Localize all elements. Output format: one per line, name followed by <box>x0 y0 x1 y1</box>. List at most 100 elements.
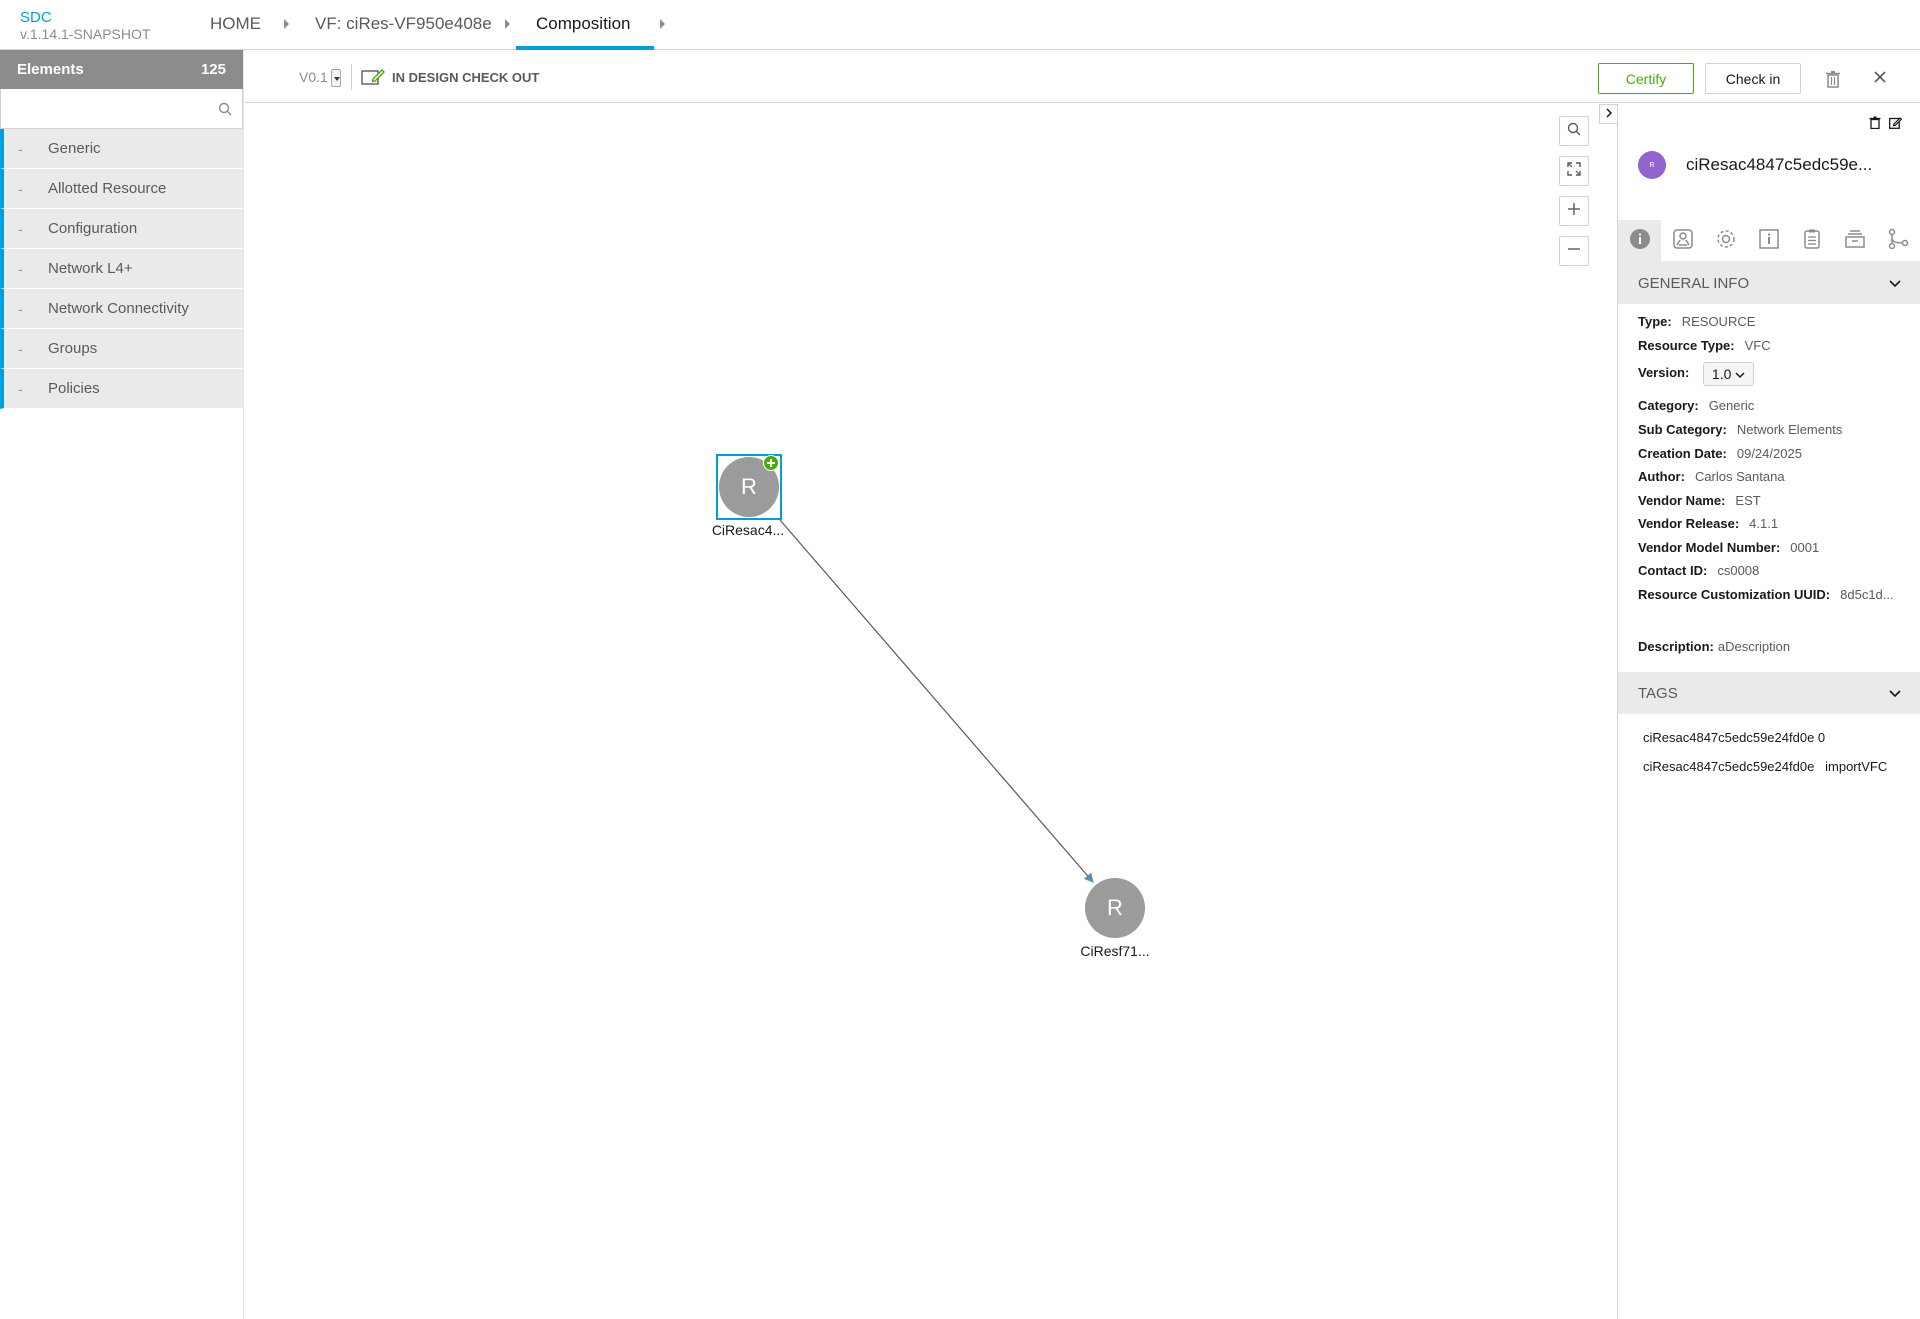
elements-search-input[interactable] <box>1 89 242 128</box>
info-author: Author: Carlos Santana <box>1638 469 1785 484</box>
zoom-in-button[interactable] <box>1559 196 1589 226</box>
archive-icon <box>1844 228 1866 255</box>
workspace-toolbar: V0.1 IN DESIGN CHECK OUT Certify Check i… <box>245 50 1920 103</box>
fit-to-screen-button[interactable] <box>1559 156 1589 186</box>
info-vendor-name: Vendor Name: EST <box>1638 493 1761 508</box>
palette-group-label: Policies <box>48 380 100 397</box>
app-logo[interactable]: SDC v.1.14.1-SNAPSHOT <box>20 9 150 42</box>
panel-actions <box>1869 116 1903 134</box>
clipboard-icon <box>1801 228 1823 255</box>
breadcrumb-vf[interactable]: VF: ciRes-VF950e408e <box>315 14 492 34</box>
relation-line-layer <box>779 519 1094 883</box>
panel-tabs <box>1618 220 1920 262</box>
version-select[interactable]: V0.1 <box>299 69 328 85</box>
palette-group-label: Groups <box>48 340 98 357</box>
artifacts-icon <box>1672 228 1694 255</box>
top-header: SDC v.1.14.1-SNAPSHOT HOME VF: ciRes-VF9… <box>0 0 1920 50</box>
minus-icon <box>1567 242 1581 261</box>
tab-properties[interactable] <box>1704 220 1747 262</box>
check-in-button[interactable]: Check in <box>1705 63 1801 94</box>
info-vendor-release: Vendor Release: 4.1.1 <box>1638 516 1779 531</box>
info-customization-uuid: Resource Customization UUID: 8d5c1d... <box>1638 587 1894 602</box>
component-avatar: R <box>1638 151 1666 179</box>
collapse-dash-icon: - <box>18 260 23 277</box>
version-dropdown[interactable]: 1.0 <box>1702 362 1755 386</box>
chevron-down-icon <box>1735 372 1745 379</box>
tab-api[interactable] <box>1833 220 1876 262</box>
palette-group-allotted-resource[interactable]: - Allotted Resource <box>0 169 243 209</box>
palette-group-network-l4[interactable]: - Network L4+ <box>0 249 243 289</box>
relation-arrow[interactable] <box>779 519 1094 883</box>
gear-icon <box>1715 228 1737 255</box>
plus-icon <box>1567 202 1581 221</box>
tab-requirements[interactable] <box>1790 220 1833 262</box>
collapse-dash-icon: - <box>18 180 23 197</box>
info-resource-type: Resource Type: VFC <box>1638 338 1771 353</box>
palette-group-label: Configuration <box>48 220 138 237</box>
close-icon[interactable] <box>1873 70 1887 89</box>
relation-graph-icon <box>1887 228 1909 255</box>
toolbar-divider <box>351 64 352 90</box>
tag-item: ciResac4847c5edc59e24fd0e 0 <box>1643 730 1826 745</box>
breadcrumb-arrow-icon[interactable] <box>284 19 289 29</box>
tags-title: TAGS <box>1638 684 1678 702</box>
info-type: Type: RESOURCE <box>1638 314 1756 329</box>
info-sub-category: Sub Category: Network Elements <box>1638 422 1843 437</box>
collapse-dash-icon: - <box>18 380 23 397</box>
info-contact-id: Contact ID: cs0008 <box>1638 563 1760 578</box>
general-info-section-header[interactable]: GENERAL INFO <box>1618 262 1920 304</box>
zoom-out-button[interactable] <box>1559 236 1589 266</box>
canvas-node-label: CiResac4... <box>711 522 785 538</box>
app-name: SDC <box>20 9 52 26</box>
palette-group-network-connectivity[interactable]: - Network Connectivity <box>0 289 243 329</box>
expand-icon <box>1567 161 1581 181</box>
palette-group-label: Generic <box>48 140 101 157</box>
palette-group-label: Allotted Resource <box>48 180 167 197</box>
info-vendor-model-number: Vendor Model Number: 0001 <box>1638 540 1820 555</box>
edit-name-icon[interactable] <box>1889 116 1903 134</box>
version-dropdown-icon[interactable] <box>331 69 341 87</box>
palette-group-groups[interactable]: - Groups <box>0 329 243 369</box>
tags-section-header[interactable]: TAGS <box>1618 672 1920 714</box>
palette-group-configuration[interactable]: - Configuration <box>0 209 243 249</box>
elements-title: Elements <box>17 61 84 78</box>
tab-deployment-artifacts[interactable] <box>1661 220 1704 262</box>
collapse-dash-icon: - <box>18 220 23 237</box>
canvas-node-label: CiResf71... <box>1080 943 1150 959</box>
elements-count: 125 <box>200 61 226 78</box>
breadcrumb-home[interactable]: HOME <box>210 14 261 34</box>
info-category: Category: Generic <box>1638 398 1755 413</box>
info-circle-icon <box>1629 228 1651 255</box>
tab-information[interactable] <box>1747 220 1790 262</box>
info-description: Description: aDescription <box>1638 639 1791 654</box>
tag-item: ciResac4847c5edc59e24fd0e importVFC <box>1643 759 1888 774</box>
collapse-panel-button[interactable] <box>1599 104 1617 124</box>
breadcrumb-arrow-icon[interactable] <box>505 19 510 29</box>
chevron-right-icon <box>1605 105 1613 123</box>
elements-header: Elements 125 <box>0 50 243 89</box>
collapse-dash-icon: - <box>18 340 23 357</box>
canvas-search-button[interactable] <box>1559 116 1589 146</box>
tab-general-info[interactable] <box>1618 220 1661 262</box>
elements-palette: Elements 125 - Generic - Allotted Resource… <box>0 50 244 1319</box>
palette-group-generic[interactable]: - Generic <box>0 129 243 169</box>
component-details-panel: R ciResac4847c5edc59e... GENERAL INFO Ty… <box>1599 104 1920 1319</box>
search-icon[interactable] <box>218 102 232 121</box>
add-relation-icon[interactable] <box>763 455 779 471</box>
tab-relations[interactable] <box>1876 220 1919 262</box>
delete-component-icon[interactable] <box>1869 116 1881 134</box>
palette-group-policies[interactable]: - Policies <box>0 369 243 409</box>
composition-canvas[interactable]: R CiResac4... R CiResf71... <box>245 104 1617 1319</box>
chevron-down-icon <box>1889 275 1901 292</box>
certify-button[interactable]: Certify <box>1598 63 1694 94</box>
trash-icon[interactable] <box>1825 70 1841 93</box>
chevron-down-icon <box>1889 685 1901 702</box>
search-icon <box>1567 122 1581 141</box>
breadcrumb-arrow-icon[interactable] <box>660 19 665 29</box>
lifecycle-status: IN DESIGN CHECK OUT <box>392 70 540 85</box>
breadcrumb-composition[interactable]: Composition <box>536 14 631 34</box>
elements-search <box>0 89 243 129</box>
checkout-edit-icon <box>361 68 385 91</box>
canvas-node-ciresf71[interactable]: R <box>1085 878 1145 938</box>
collapse-dash-icon: - <box>18 300 23 317</box>
